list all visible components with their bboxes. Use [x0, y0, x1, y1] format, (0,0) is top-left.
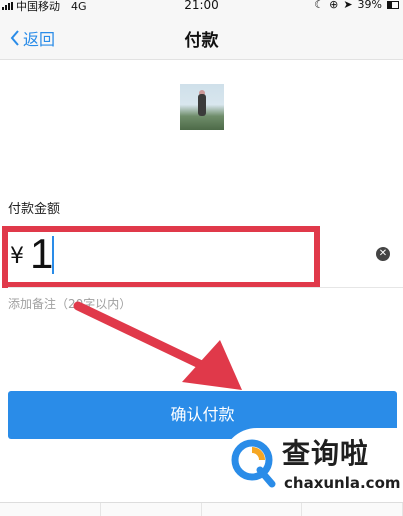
watermark-domain: chaxunla.com: [284, 474, 401, 492]
currency-symbol: ¥: [10, 244, 24, 269]
amount-label: 付款金额: [8, 202, 61, 217]
bottom-bar-cell: [0, 503, 101, 516]
amount-row: ¥ 1: [0, 226, 403, 288]
bottom-bar-cell: [202, 503, 303, 516]
divider: [8, 287, 403, 288]
battery-icon: [387, 0, 399, 9]
text-cursor: [52, 236, 54, 274]
status-right: ☾ ⊕ ➤ 39%: [314, 0, 399, 11]
lock-rotation-icon: ⊕: [329, 0, 339, 11]
bottom-bar: [0, 502, 403, 516]
clear-icon[interactable]: ✕: [376, 247, 390, 261]
navigation-bar: 返回 付款: [0, 14, 403, 60]
watermark-title: 查询啦: [282, 437, 370, 470]
avatar-figure-body: [198, 94, 206, 116]
bottom-bar-cell: [302, 503, 403, 516]
page-title: 付款: [184, 31, 219, 51]
watermark: 查询啦 chaxunla.com: [222, 428, 403, 498]
payee-avatar: [180, 84, 224, 130]
moon-icon: ☾: [314, 0, 325, 11]
status-bar: 中国移动 4G 21:00 ☾ ⊕ ➤ 39%: [0, 0, 403, 14]
amount-input[interactable]: 1: [30, 230, 53, 278]
bottom-bar-cell: [101, 503, 202, 516]
location-icon: ➤: [343, 0, 353, 11]
battery-label: 39%: [357, 0, 382, 11]
red-arrow-icon: [73, 301, 242, 390]
search-logo-icon: [231, 439, 276, 488]
